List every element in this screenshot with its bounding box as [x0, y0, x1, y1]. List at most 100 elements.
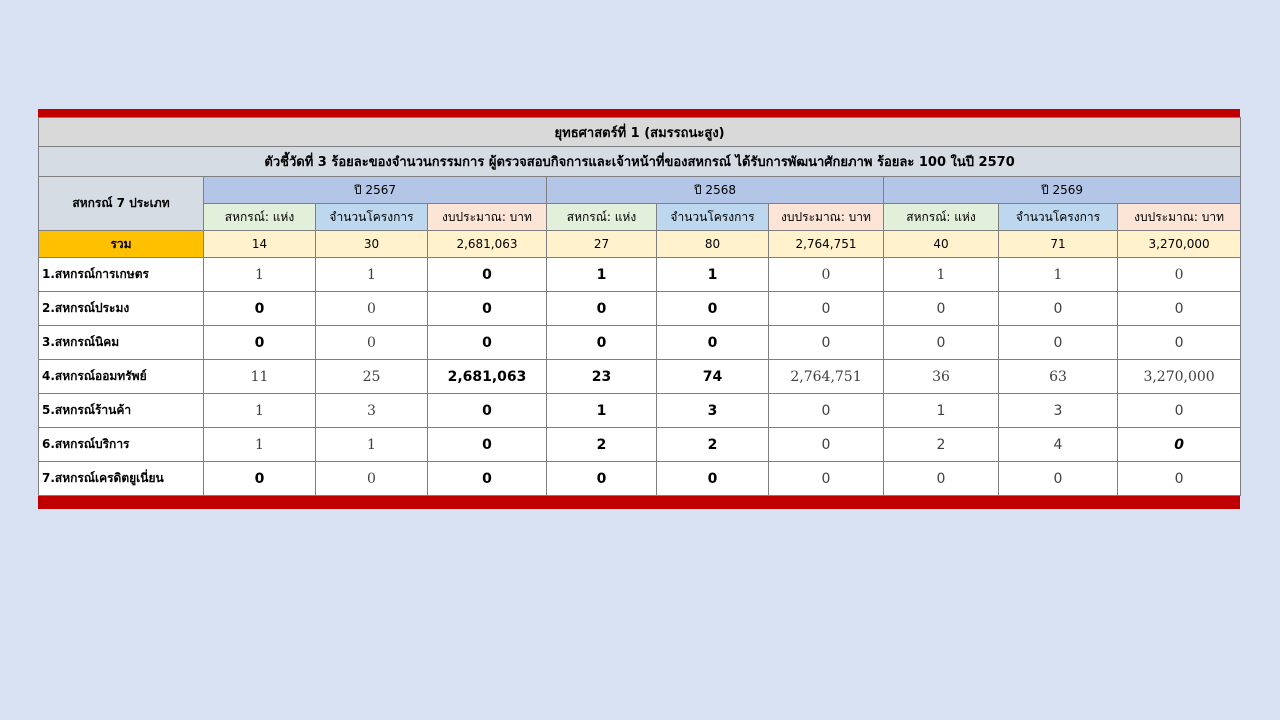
data-cell: 1	[203, 257, 316, 292]
data-cell: 0	[1116, 325, 1242, 360]
data-cell: 1	[203, 393, 316, 428]
data-cell: 0	[427, 461, 547, 496]
indicator-table: ยุทธศาสตร์ที่ 1 (สมรรถนะสูง) ตัวชี้วัดที…	[37, 117, 1242, 496]
data-cell: 0	[546, 461, 657, 496]
row-label: 6.สหกรณ์บริการ	[38, 427, 204, 462]
data-cell: 2	[883, 427, 999, 462]
type-header: สหกรณ์ 7 ประเภท	[38, 176, 204, 231]
total-cell: 27	[546, 230, 657, 258]
total-cell: 2,764,751	[768, 230, 884, 258]
data-cell: 0	[1116, 257, 1242, 292]
data-cell: 0	[427, 257, 547, 292]
data-cell: 1	[315, 257, 428, 292]
data-cell: 0	[768, 257, 884, 292]
data-cell: 0	[315, 325, 428, 360]
data-cell: 1	[656, 257, 769, 292]
data-cell: 0	[315, 291, 428, 326]
data-cell: 0	[427, 291, 547, 326]
data-cell: 74	[656, 359, 769, 394]
table-row: 6.สหกรณ์บริการ 1 1 0 2 2 0 2 4 0	[38, 427, 1242, 462]
sub-header-coop: สหกรณ์: แห่ง	[883, 203, 999, 231]
data-cell: 25	[315, 359, 428, 394]
data-cell: 4	[998, 427, 1118, 462]
row-label: 1.สหกรณ์การเกษตร	[38, 257, 204, 292]
data-cell: 0	[546, 291, 657, 326]
data-cell: 1	[546, 393, 657, 428]
table-row: 7.สหกรณ์เครดิตยูเนี่ยน 0 0 0 0 0 0 0 0 0	[38, 461, 1242, 496]
table-row: 2.สหกรณ์ประมง 0 0 0 0 0 0 0 0 0	[38, 291, 1242, 326]
row-label: 7.สหกรณ์เครดิตยูเนี่ยน	[38, 461, 204, 496]
row-label: 2.สหกรณ์ประมง	[38, 291, 204, 326]
total-cell: 40	[883, 230, 999, 258]
data-cell: 0	[998, 291, 1118, 326]
data-cell: 11	[203, 359, 316, 394]
row-label: 3.สหกรณ์นิคม	[38, 325, 204, 360]
sub-header-projects: จำนวนโครงการ	[656, 203, 769, 231]
data-cell: 0	[656, 291, 769, 326]
sub-header-budget: งบประมาณ: บาท	[768, 203, 884, 231]
data-cell: 0	[998, 461, 1118, 496]
data-cell: 63	[998, 359, 1118, 394]
data-cell: 0	[1116, 393, 1242, 428]
data-cell: 0	[427, 393, 547, 428]
data-cell: 1	[883, 257, 999, 292]
total-cell: 71	[998, 230, 1118, 258]
sub-header-budget: งบประมาณ: บาท	[1116, 203, 1242, 231]
data-cell: 0	[883, 461, 999, 496]
indicator-title: ตัวชี้วัดที่ 3 ร้อยละของจำนวนกรรมการ ผู้…	[37, 146, 1242, 177]
table-row: 1.สหกรณ์การเกษตร 1 1 0 1 1 0 1 1 0	[38, 257, 1242, 292]
data-cell: 0	[656, 461, 769, 496]
bottom-red-bar	[38, 496, 1240, 509]
data-cell: 0	[546, 325, 657, 360]
total-row: รวม 14 30 2,681,063 27 80 2,764,751 40 7…	[38, 230, 1242, 258]
data-cell: 1	[883, 393, 999, 428]
data-cell: 3	[998, 393, 1118, 428]
data-cell: 2,764,751	[768, 359, 884, 394]
data-cell: 3,270,000	[1116, 359, 1242, 394]
data-cell: 0	[998, 325, 1118, 360]
data-cell: 0	[427, 427, 547, 462]
strategy-table-sheet: ยุทธศาสตร์ที่ 1 (สมรรถนะสูง) ตัวชี้วัดที…	[37, 109, 1242, 509]
sub-header-projects: จำนวนโครงการ	[998, 203, 1118, 231]
data-cell: 2	[656, 427, 769, 462]
data-cell: 1	[315, 427, 428, 462]
top-red-bar	[38, 109, 1240, 117]
total-cell: 80	[656, 230, 769, 258]
data-cell: 0	[203, 461, 316, 496]
total-cell: 2,681,063	[427, 230, 547, 258]
row-label: 4.สหกรณ์ออมทรัพย์	[38, 359, 204, 394]
data-cell: 2	[546, 427, 657, 462]
data-cell: 3	[656, 393, 769, 428]
data-cell: 0	[1116, 427, 1242, 462]
data-cell: 0	[203, 291, 316, 326]
sub-header-budget: งบประมาณ: บาท	[427, 203, 547, 231]
data-cell: 2,681,063	[427, 359, 547, 394]
table-row: 4.สหกรณ์ออมทรัพย์ 11 25 2,681,063 23 74 …	[38, 359, 1242, 394]
data-cell: 0	[1116, 291, 1242, 326]
data-cell: 0	[768, 325, 884, 360]
data-cell: 0	[883, 291, 999, 326]
data-cell: 0	[768, 291, 884, 326]
total-cell: 14	[203, 230, 316, 258]
data-cell: 0	[883, 325, 999, 360]
sub-header-projects: จำนวนโครงการ	[315, 203, 428, 231]
sub-header-coop: สหกรณ์: แห่ง	[546, 203, 657, 231]
total-cell: 3,270,000	[1116, 230, 1242, 258]
data-cell: 0	[768, 393, 884, 428]
data-cell: 0	[203, 325, 316, 360]
total-cell: 30	[315, 230, 428, 258]
total-label: รวม	[38, 230, 204, 258]
data-cell: 0	[768, 427, 884, 462]
data-cell: 36	[883, 359, 999, 394]
data-cell: 23	[546, 359, 657, 394]
table-row: 5.สหกรณ์ร้านค้า 1 3 0 1 3 0 1 3 0	[38, 393, 1242, 428]
data-cell: 1	[998, 257, 1118, 292]
row-label: 5.สหกรณ์ร้านค้า	[38, 393, 204, 428]
year-header-2567: ปี 2567	[203, 176, 547, 204]
table-row: 3.สหกรณ์นิคม 0 0 0 0 0 0 0 0 0	[38, 325, 1242, 360]
data-cell: 3	[315, 393, 428, 428]
data-cell: 1	[546, 257, 657, 292]
data-cell: 0	[315, 461, 428, 496]
sub-header-coop: สหกรณ์: แห่ง	[203, 203, 316, 231]
data-cell: 0	[1116, 461, 1242, 496]
